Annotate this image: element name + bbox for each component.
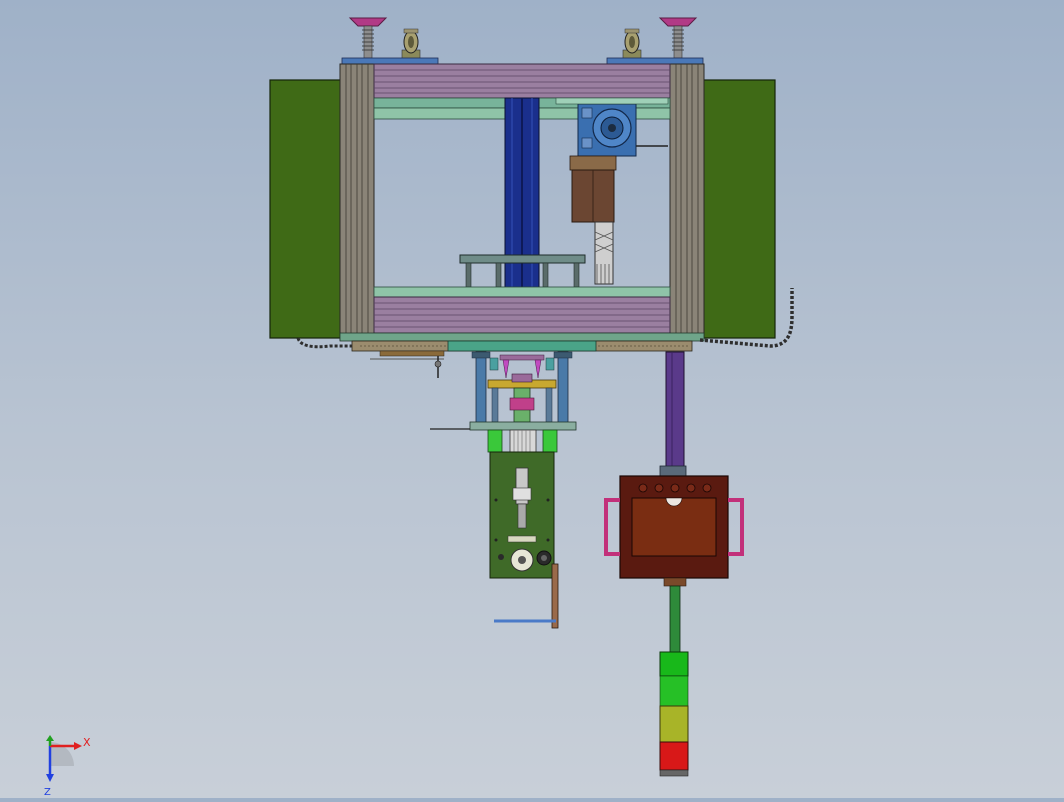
y-axis-arrow xyxy=(46,735,54,741)
leveling-foot-left xyxy=(348,17,388,59)
control-box xyxy=(604,351,744,587)
x-axis-arrow xyxy=(74,742,82,750)
coordinate-triad[interactable]: X Z xyxy=(44,735,91,798)
leveling-foot-right xyxy=(658,17,698,59)
cad-viewport[interactable]: X Z xyxy=(0,0,1064,798)
side-panel-left xyxy=(269,79,343,339)
side-panel-right xyxy=(702,79,776,339)
center-column xyxy=(504,97,540,301)
machine-drawing: X Z xyxy=(44,17,794,798)
bottom-rail xyxy=(373,286,671,334)
caster-left xyxy=(401,28,421,60)
caster-right xyxy=(622,28,642,60)
component-board xyxy=(489,451,559,629)
frame-column-left xyxy=(339,63,375,341)
z-axis-label: Z xyxy=(44,787,51,798)
signal-tower xyxy=(659,585,689,777)
x-axis-label: X xyxy=(83,736,91,749)
z-axis-arrow xyxy=(46,774,54,782)
frame-column-right xyxy=(669,63,705,341)
